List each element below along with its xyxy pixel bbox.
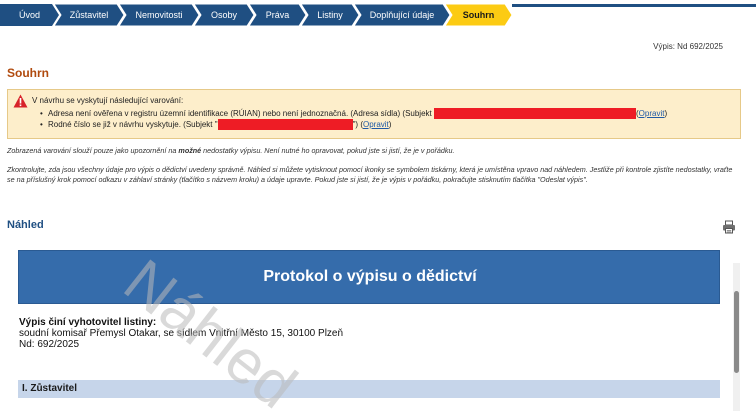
step-souhrn[interactable]: Souhrn (445, 4, 512, 26)
reference-number: Výpis: Nd 692/2025 (653, 42, 723, 51)
preview-title: Náhled (7, 219, 44, 231)
document-header: Protokol o výpisu o dědictví (18, 250, 720, 304)
step-label: Doplňující údaje (369, 10, 435, 20)
preview-scrollbar[interactable] (733, 263, 740, 411)
step-nemovitosti[interactable]: Nemovitosti (119, 4, 199, 26)
step-listiny[interactable]: Listiny (301, 4, 359, 26)
opravit-link[interactable]: Opravit (639, 109, 665, 118)
step-uvod[interactable]: Úvod (0, 4, 59, 26)
step-label: Osoby (210, 10, 237, 20)
steps-filler (512, 4, 756, 7)
step-label: Listiny (317, 10, 343, 20)
section-heading: I. Zůstavitel (22, 383, 78, 394)
step-label: Úvod (18, 10, 40, 20)
warning-triangle-icon (13, 94, 28, 108)
section-zustavitel: I. Zůstavitel (18, 380, 720, 398)
step-label: Souhrn (462, 10, 495, 20)
step-prava[interactable]: Práva (249, 4, 306, 26)
warning-item: Adresa není ověřena v registru územní id… (40, 108, 667, 119)
issuer-reference: Nd: 692/2025 (19, 339, 80, 350)
info-note: Zobrazená varování slouží pouze jako upo… (7, 146, 455, 156)
step-osoby[interactable]: Osoby (194, 4, 254, 26)
opravit-link[interactable]: Opravit (363, 120, 389, 129)
step-label: Nemovitosti (135, 10, 183, 20)
scrollbar-thumb[interactable] (734, 291, 739, 373)
instruction-note: Zkontrolujte, zda jsou všechny údaje pro… (7, 165, 733, 184)
warning-item: Rodné číslo se již v návrhu vyskytuje. (… (40, 119, 667, 130)
note-emphasis: možné (178, 146, 202, 155)
page-title: Souhrn (7, 66, 49, 80)
warning-list: Adresa není ověřena v registru územní id… (40, 108, 667, 130)
step-zustavitel[interactable]: Zůstavitel (54, 4, 124, 26)
warning-heading: V návrhu se vyskytují následující varová… (32, 96, 184, 105)
redaction-block (433, 108, 636, 119)
document-preview: Protokol o výpisu o dědictví Výpis činí … (0, 240, 756, 411)
redaction-block (217, 119, 353, 130)
step-label: Zůstavitel (69, 10, 109, 20)
issuer-line: soudní komisař Přemysl Otakar, se sídlem… (19, 328, 344, 339)
note-text: Zobrazená varování slouží pouze jako upo… (7, 146, 179, 155)
warning-text: Adresa není ověřena v registru územní id… (48, 109, 434, 118)
warning-text: Rodné číslo se již v návrhu vyskytuje. (… (48, 120, 218, 129)
note-text: nedostatky výpisu. Není nutné ho opravov… (201, 146, 455, 155)
document-title: Protokol o výpisu o dědictví (263, 268, 477, 285)
warning-box: V návrhu se vyskytují následující varová… (7, 89, 741, 139)
step-doplnujici-udaje[interactable]: Doplňující údaje (354, 4, 450, 26)
issuer-block: Výpis činí vyhotovitel listiny: soudní k… (19, 317, 343, 350)
printer-icon[interactable] (722, 220, 736, 234)
issuer-label: Výpis činí vyhotovitel listiny: (19, 317, 157, 328)
step-label: Práva (265, 10, 290, 20)
step-navigation: Úvod Zůstavitel Nemovitosti Osoby Práva … (0, 0, 756, 28)
